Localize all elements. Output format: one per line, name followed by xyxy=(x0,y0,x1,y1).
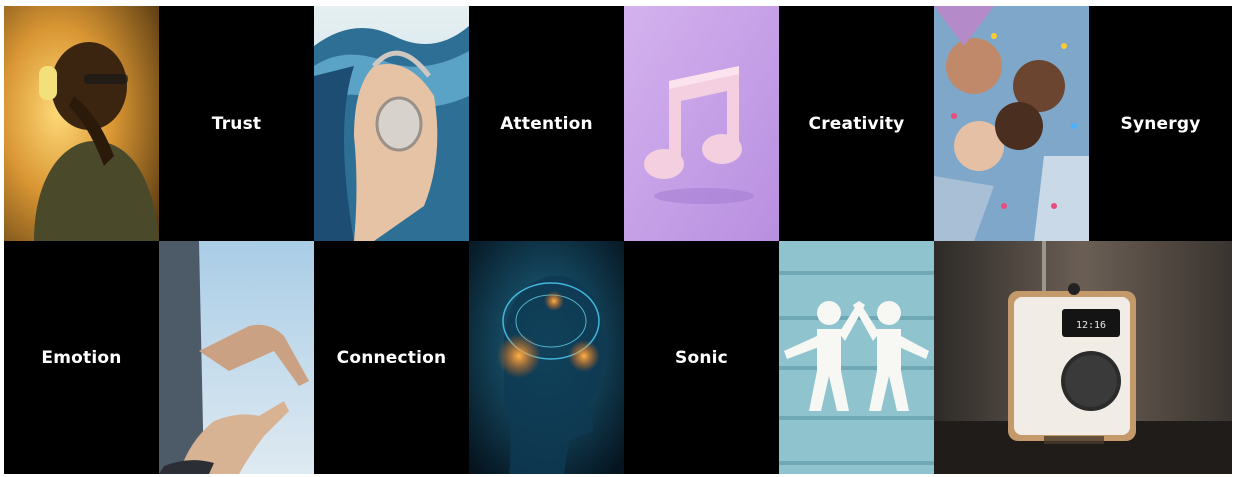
word-label: Trust xyxy=(211,113,262,134)
word-tile-synergy: Synergy xyxy=(1089,6,1232,241)
word-tile-emotion: Emotion xyxy=(4,241,159,474)
word-label: Attention xyxy=(500,113,593,134)
word-image-grid: Trust Attention Creativity Synergy Emoti… xyxy=(4,6,1232,474)
word-tile-creativity: Creativity xyxy=(779,6,934,241)
reaching-hands-photo xyxy=(159,241,314,474)
word-label: Creativity xyxy=(808,113,905,134)
word-tile-trust: Trust xyxy=(159,6,314,241)
word-tile-sonic: Sonic xyxy=(624,241,779,474)
music-note-3d-photo xyxy=(624,6,779,241)
word-tile-attention: Attention xyxy=(469,6,624,241)
glowing-brain-head-photo xyxy=(469,241,624,474)
word-label: Sonic xyxy=(675,347,728,368)
word-label: Synergy xyxy=(1120,113,1201,134)
man-headphones-photo xyxy=(4,6,159,241)
paper-figures-highfive-photo xyxy=(779,241,934,474)
word-label: Connection xyxy=(336,347,447,368)
friends-lying-circle-photo xyxy=(934,6,1089,241)
word-label: Emotion xyxy=(41,347,122,368)
word-tile-connection: Connection xyxy=(314,241,469,474)
woman-headphones-waves-photo xyxy=(314,6,469,241)
radio-display-text: 12:16 xyxy=(1076,320,1106,331)
wooden-radio-photo: 12:16 xyxy=(934,241,1232,474)
